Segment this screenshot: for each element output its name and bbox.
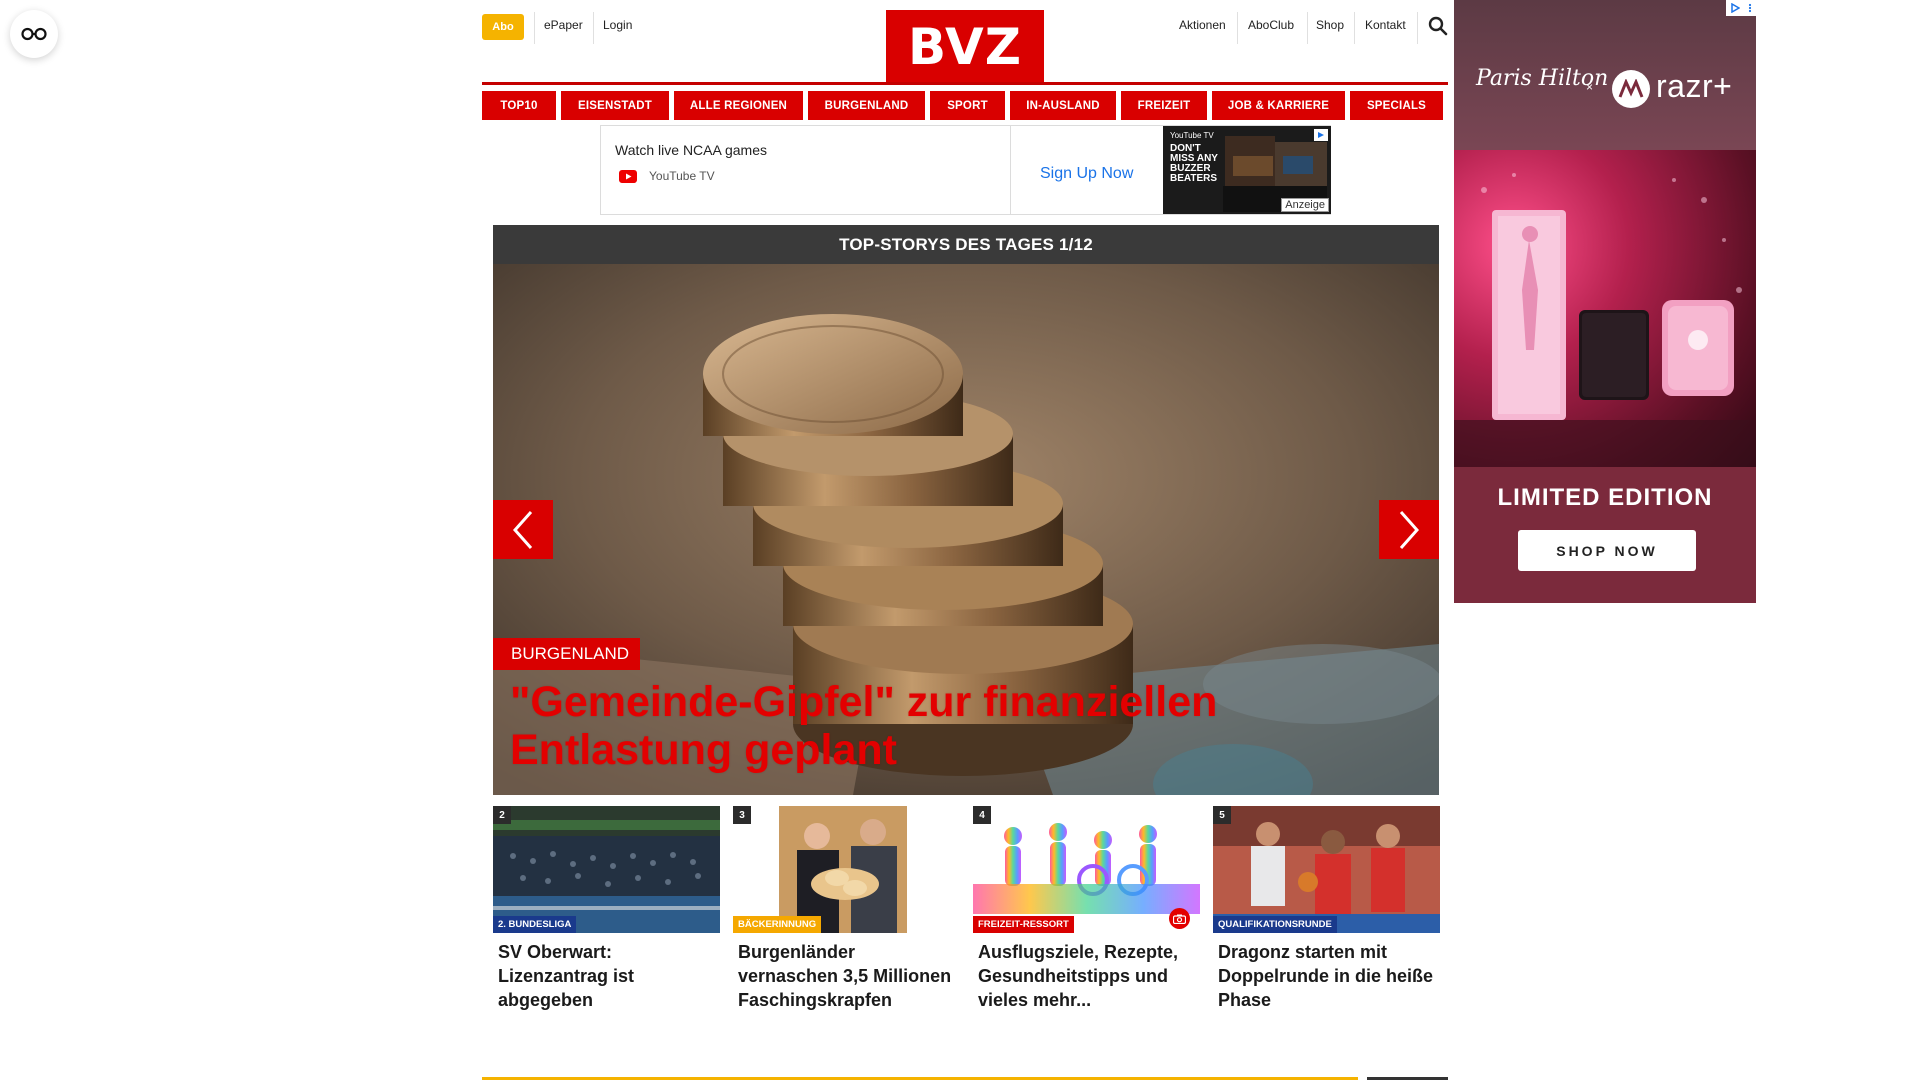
teaser-rank: 4 [973, 806, 991, 824]
nav-freizeit[interactable]: FREIZEIT [1121, 91, 1207, 120]
teaser-card[interactable]: 3 BÄCKERINNUNG Burgenländer vernaschen 3… [733, 806, 960, 1012]
main-nav: TOP10 EISENSTADT ALLE REGIONEN BURGENLAN… [482, 91, 1448, 120]
ad-advertiser: YouTube TV [619, 169, 715, 183]
teaser-rank: 3 [733, 806, 751, 824]
aboclub-link[interactable]: AboClub [1248, 18, 1294, 32]
side-ad-image [1454, 150, 1756, 467]
abo-button[interactable]: Abo [482, 14, 524, 40]
divider [1307, 12, 1308, 44]
product-image [1454, 173, 1756, 467]
nav-top10[interactable]: TOP10 [482, 91, 556, 120]
reading-mode-button[interactable] [10, 10, 58, 58]
teaser-card[interactable]: 5 QUALIFIKATIONSRUNDE Dragonz starten mi… [1213, 806, 1440, 1012]
teaser-title[interactable]: Burgenländer vernaschen 3,5 Millionen Fa… [733, 933, 960, 1012]
teaser-tag[interactable]: 2. BUNDESLIGA [493, 916, 577, 933]
adchoices-icon[interactable] [1314, 129, 1328, 141]
teaser-image: 4 FREIZEIT-RESSORT [973, 806, 1200, 933]
ad-label: Anzeige [1281, 198, 1329, 212]
shop-link[interactable]: Shop [1316, 18, 1344, 32]
ad-thumb-headline: DON'T MISS ANY BUZZER BEATERS [1170, 143, 1218, 184]
glasses-icon [21, 27, 47, 41]
bakers-image [733, 806, 960, 933]
kontakt-link[interactable]: Kontakt [1365, 18, 1406, 32]
basketball-image [1213, 806, 1440, 933]
shop-now-button[interactable]: SHOP NOW [1518, 530, 1696, 571]
ad-title[interactable]: Watch live NCAA games [615, 142, 767, 158]
divider [1417, 12, 1418, 44]
camera-icon [1173, 914, 1186, 924]
search-icon[interactable] [1428, 16, 1448, 36]
stadium-image [493, 806, 720, 933]
top-stories-heading: TOP-STORYS DES TAGES 1/12 [493, 225, 1439, 264]
divider [534, 12, 535, 44]
youtube-icon [619, 169, 637, 183]
divider [1237, 12, 1238, 44]
epaper-link[interactable]: ePaper [544, 18, 583, 32]
side-ad-headline: LIMITED EDITION [1497, 484, 1713, 511]
hero-headline[interactable]: "Gemeinde-Gipfel" zur finanziellen Entla… [510, 678, 1330, 774]
slider-next-button[interactable] [1379, 500, 1439, 559]
side-ad-times: × [1586, 80, 1594, 94]
teaser-title[interactable]: Ausflugsziele, Rezepte, Gesundheitstipps… [973, 933, 1200, 1012]
adchoices-icon[interactable] [1726, 0, 1756, 16]
aktionen-link[interactable]: Aktionen [1179, 18, 1226, 32]
divider [1354, 12, 1355, 44]
site-header: Abo ePaper Login BVZ Aktionen AboClub Sh… [482, 0, 1448, 86]
teaser-image: 2 2. BUNDESLIGA [493, 806, 720, 933]
nav-sport[interactable]: SPORT [930, 91, 1005, 120]
teaser-card[interactable]: 4 FREIZEIT-RESSORT Ausflugsziele, Rezept… [973, 806, 1200, 1012]
side-ad[interactable]: Paris Hilton × razr+ LIMITED EDITION SHO… [1454, 0, 1756, 603]
login-link[interactable]: Login [603, 18, 632, 32]
nav-burgenland[interactable]: BURGENLAND [808, 91, 925, 120]
ad-thumb-brand: YouTube TV [1170, 131, 1214, 140]
ad-thumbnail[interactable]: YouTube TV DON'T MISS ANY BUZZER BEATERS… [1163, 126, 1331, 214]
teaser-rank: 5 [1213, 806, 1231, 824]
divider [593, 12, 594, 44]
motorola-logo-icon [1612, 70, 1650, 108]
slider-prev-button[interactable] [493, 500, 553, 559]
ad-banner[interactable]: Watch live NCAA games YouTube TV Sign Up… [600, 125, 1331, 215]
sign-up-button[interactable]: Sign Up Now [1040, 165, 1133, 183]
leisure-image [973, 806, 1200, 933]
divider [1010, 126, 1011, 214]
teaser-tag[interactable]: FREIZEIT-RESSORT [973, 916, 1074, 933]
header-divider [482, 82, 1448, 85]
chevron-left-icon [512, 510, 533, 549]
teaser-tag[interactable]: BÄCKERINNUNG [733, 916, 822, 933]
teaser-list: 2 2. BUNDESLIGA SV Oberwart: Lizenzantra… [493, 806, 1440, 1012]
teaser-title[interactable]: SV Oberwart: Lizenzantrag ist abgegeben [493, 933, 720, 1012]
chevron-right-icon [1399, 510, 1420, 549]
nav-alle-regionen[interactable]: ALLE REGIONEN [674, 91, 803, 120]
nav-in-ausland[interactable]: IN-AUSLAND [1010, 91, 1116, 120]
nav-eisenstadt[interactable]: EISENSTADT [561, 91, 669, 120]
teaser-image: 5 QUALIFIKATIONSRUNDE [1213, 806, 1440, 933]
teaser-card[interactable]: 2 2. BUNDESLIGA SV Oberwart: Lizenzantra… [493, 806, 720, 1012]
teaser-tag[interactable]: QUALIFIKATIONSRUNDE [1213, 916, 1337, 933]
hero-slider[interactable]: BURGENLAND "Gemeinde-Gipfel" zur finanzi… [493, 264, 1439, 795]
ad-advertiser-name: YouTube TV [649, 169, 715, 183]
nav-specials[interactable]: SPECIALS [1350, 91, 1443, 120]
side-ad-brand: razr+ [1656, 68, 1733, 104]
teaser-image: 3 BÄCKERINNUNG [733, 806, 960, 933]
teaser-rank: 2 [493, 806, 511, 824]
site-logo[interactable]: BVZ [886, 10, 1044, 84]
hero-category-badge[interactable]: BURGENLAND [493, 638, 641, 670]
teaser-title[interactable]: Dragonz starten mit Doppelrunde in die h… [1213, 933, 1440, 1012]
nav-job-karriere[interactable]: JOB & KARRIERE [1212, 91, 1345, 120]
gallery-badge [1169, 908, 1190, 929]
